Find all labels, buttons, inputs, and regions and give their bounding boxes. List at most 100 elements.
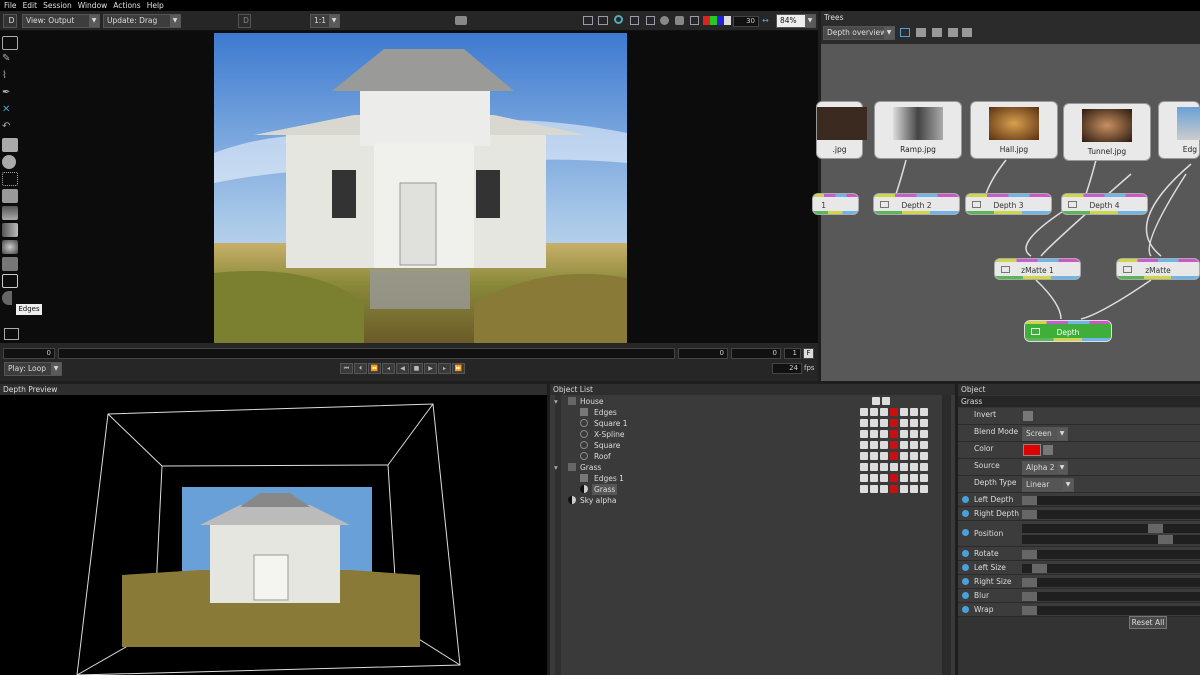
menu-edit[interactable]: Edit xyxy=(23,1,38,10)
object-row[interactable]: Edges xyxy=(550,407,940,418)
minus-icon[interactable] xyxy=(910,408,918,416)
process-node-depth3[interactable]: Depth 3 xyxy=(965,193,1052,215)
blend-icon[interactable] xyxy=(880,485,888,493)
object-row[interactable]: Square xyxy=(550,440,940,451)
color-swatch[interactable] xyxy=(890,474,898,482)
slider-knob[interactable] xyxy=(1158,535,1173,544)
position-y-slider[interactable] xyxy=(1022,535,1200,544)
prev-key-icon[interactable]: ⏴ xyxy=(354,363,367,374)
film-icon[interactable] xyxy=(4,328,19,340)
link-icon[interactable] xyxy=(870,419,878,427)
folder-icon[interactable] xyxy=(962,28,972,37)
frame-start[interactable]: 0 xyxy=(3,348,55,359)
node-view-icon[interactable] xyxy=(900,28,910,37)
wrap-slider[interactable] xyxy=(1022,606,1200,615)
visible-icon[interactable] xyxy=(860,463,868,471)
link-icon[interactable] xyxy=(870,474,878,482)
radial-tool-icon[interactable] xyxy=(2,240,18,254)
source-select[interactable]: Alpha 2 ▼ xyxy=(1022,461,1068,475)
keyframe-icon[interactable] xyxy=(962,606,969,613)
d-icon[interactable]: D xyxy=(238,14,251,28)
brush-tool-icon[interactable]: ⌇ xyxy=(2,70,18,84)
fps-field[interactable]: 24 xyxy=(772,363,802,374)
collapse-icon[interactable]: ▾ xyxy=(554,396,558,407)
blend-icon[interactable] xyxy=(880,463,888,471)
position-x-slider[interactable] xyxy=(1022,524,1200,533)
eye-icon[interactable] xyxy=(910,485,918,493)
ratio-select[interactable]: 1:1 ▼ xyxy=(310,14,340,28)
keyframe-icon[interactable] xyxy=(962,578,969,585)
reset-all-button[interactable]: Reset All xyxy=(1129,616,1167,629)
link-icon[interactable] xyxy=(870,430,878,438)
half-circle-tool-icon[interactable] xyxy=(2,291,12,305)
spline-tool-icon[interactable]: ✕ xyxy=(2,104,18,118)
square-tool-icon[interactable] xyxy=(2,257,18,271)
color-swatch[interactable] xyxy=(890,441,898,449)
color-swatch[interactable] xyxy=(890,419,898,427)
keyframe-icon[interactable] xyxy=(962,510,969,517)
link-icon[interactable] xyxy=(870,485,878,493)
page-icon[interactable] xyxy=(920,474,928,482)
left-size-slider[interactable] xyxy=(1022,564,1200,573)
frame-icon[interactable] xyxy=(598,16,608,25)
keyframe-icon[interactable] xyxy=(962,496,969,503)
slider-knob[interactable] xyxy=(1022,510,1037,519)
object-row[interactable]: Square 1 xyxy=(550,418,940,429)
frame-c[interactable]: 1 xyxy=(784,348,801,359)
blend-icon[interactable] xyxy=(880,441,888,449)
lock-icon[interactable] xyxy=(900,452,908,460)
process-node-depth[interactable]: Depth xyxy=(1024,320,1112,342)
fast-forward-icon[interactable]: ⏩ xyxy=(452,363,465,374)
eye-icon[interactable] xyxy=(910,474,918,482)
blend-icon[interactable] xyxy=(880,430,888,438)
monitor-icon[interactable] xyxy=(583,16,593,25)
camera-icon[interactable] xyxy=(455,16,467,25)
collapse-icon[interactable]: ▾ xyxy=(554,462,558,473)
menu-actions[interactable]: Actions xyxy=(113,1,140,10)
process-node-zmatte1[interactable]: zMatte 1 xyxy=(994,258,1081,280)
transform-tool-icon[interactable] xyxy=(2,36,18,50)
process-node-depth2[interactable]: Depth 2 xyxy=(873,193,960,215)
object-row[interactable]: Sky alpha xyxy=(550,495,940,506)
update-select[interactable]: Update: Drag ▼ xyxy=(103,14,181,28)
object-row[interactable]: X-Spline xyxy=(550,429,940,440)
page-icon[interactable] xyxy=(920,441,928,449)
rotate-slider[interactable] xyxy=(1022,550,1200,559)
first-frame-icon[interactable]: ⏮ xyxy=(340,363,353,374)
frame-f[interactable]: F xyxy=(803,348,814,359)
arrows-icon[interactable]: ↔ xyxy=(762,16,772,25)
lightning-icon[interactable] xyxy=(932,28,942,37)
color-swatch[interactable] xyxy=(1023,444,1041,456)
visible-icon[interactable] xyxy=(860,452,868,460)
fill-tool-icon[interactable] xyxy=(2,189,18,203)
keyframe-icon[interactable] xyxy=(962,529,969,536)
visible-icon[interactable] xyxy=(860,430,868,438)
page-icon[interactable] xyxy=(920,430,928,438)
lock-icon[interactable] xyxy=(900,474,908,482)
right-size-slider[interactable] xyxy=(1022,578,1200,587)
grid-icon[interactable] xyxy=(690,16,699,25)
keyframe-icon[interactable] xyxy=(962,564,969,571)
slider-knob[interactable] xyxy=(1022,578,1037,587)
frame-b[interactable]: 0 xyxy=(731,348,781,359)
object-row[interactable]: ▾ House xyxy=(550,396,940,407)
invert-checkbox[interactable] xyxy=(1023,411,1033,421)
select-tool-icon[interactable] xyxy=(2,172,18,186)
slider-knob[interactable] xyxy=(1022,550,1037,559)
menu-file[interactable]: File xyxy=(4,1,17,10)
edges-tool-icon[interactable] xyxy=(2,274,18,288)
zoom-icon[interactable] xyxy=(614,15,623,24)
process-node-zmatte[interactable]: zMatte xyxy=(1116,258,1200,280)
color-picker-button[interactable] xyxy=(1043,445,1053,455)
tree-icon[interactable] xyxy=(916,28,926,37)
zoom-select[interactable]: 84% ▼ xyxy=(776,14,816,28)
expand-icon[interactable] xyxy=(646,16,655,25)
visible-icon[interactable] xyxy=(860,419,868,427)
tree-select[interactable]: Depth overview ▼ xyxy=(823,26,895,40)
keyframe-icon[interactable] xyxy=(962,592,969,599)
channel-swatch[interactable] xyxy=(703,16,731,25)
blend-select[interactable]: Screen ▼ xyxy=(1022,427,1068,441)
scrollbar[interactable] xyxy=(942,395,951,675)
counter-field[interactable]: 30 xyxy=(733,16,759,27)
page-icon[interactable] xyxy=(920,463,928,471)
